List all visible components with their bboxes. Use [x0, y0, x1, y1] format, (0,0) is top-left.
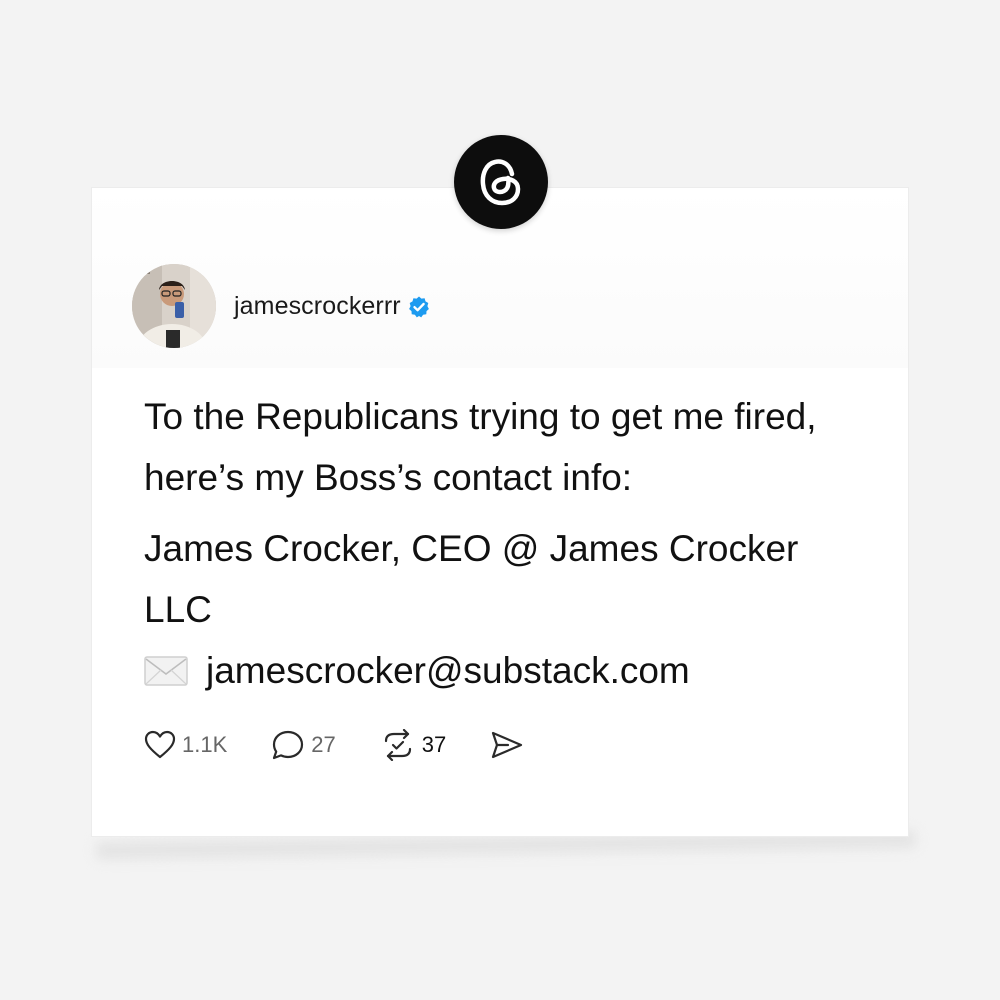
send-icon — [492, 731, 523, 759]
reply-count: 27 — [311, 732, 336, 757]
post-paragraph: To the Republicans trying to get me fire… — [144, 396, 817, 498]
heart-icon — [144, 730, 176, 759]
threads-logo-icon — [454, 135, 548, 229]
repost-button[interactable]: 37 — [380, 729, 446, 761]
email-address[interactable]: jamescrocker@substack.com — [206, 640, 690, 701]
comment-icon — [273, 730, 304, 760]
avatar[interactable] — [132, 264, 216, 348]
username[interactable]: jamescrockerrr — [234, 292, 401, 321]
post-paragraph: James Crocker, CEO @ James Crocker LLC — [144, 528, 799, 630]
like-button[interactable]: 1.1K — [144, 730, 227, 760]
repost-icon — [384, 729, 411, 761]
envelope-icon — [144, 655, 188, 686]
repost-count: 37 — [421, 732, 447, 757]
author-row: jamescrockerrr — [234, 292, 431, 321]
email-line: jamescrocker@substack.com — [144, 640, 864, 701]
share-button[interactable] — [490, 730, 524, 760]
action-bar: 1.1K 27 37 — [144, 727, 568, 763]
reply-button[interactable]: 27 — [271, 729, 336, 761]
post-body: To the Republicans trying to get me fire… — [144, 386, 864, 701]
like-count: 1.1K — [182, 732, 228, 757]
verified-badge-icon — [408, 296, 429, 317]
